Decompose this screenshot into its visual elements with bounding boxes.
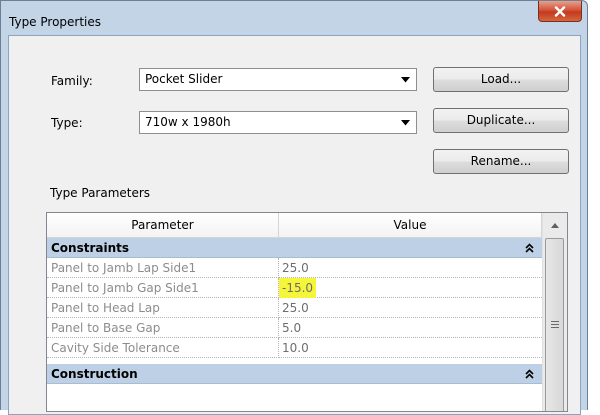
group-header-constraints[interactable]: Constraints: [47, 238, 542, 258]
vertical-scrollbar[interactable]: [542, 213, 567, 411]
scroll-up-arrow-icon: [551, 222, 559, 228]
table-row[interactable]: Panel to Jamb Gap Side1 -15.0: [47, 278, 542, 298]
group-header-construction[interactable]: Construction: [47, 364, 542, 384]
rename-button[interactable]: Rename...: [433, 149, 569, 174]
table-row[interactable]: Cavity Side Tolerance 10.0: [47, 338, 542, 358]
type-dropdown[interactable]: 710w x 1980h: [139, 111, 417, 134]
parameter-cell: Panel to Head Lap: [47, 298, 279, 318]
window-title: Type Properties: [9, 15, 102, 29]
close-button[interactable]: [538, 1, 582, 22]
group-label: Construction: [51, 367, 138, 381]
type-parameters-grid: Parameter Value Constraints Panel to Jam…: [46, 212, 568, 412]
group-label: Constraints: [51, 241, 130, 255]
column-header-parameter[interactable]: Parameter: [47, 213, 279, 238]
scrollbar-thumb[interactable]: [545, 238, 564, 411]
close-icon: [554, 5, 566, 17]
type-label: Type:: [51, 116, 83, 130]
value-cell[interactable]: 5.0: [279, 318, 542, 338]
duplicate-button[interactable]: Duplicate...: [433, 108, 569, 133]
value-cell[interactable]: 10.0: [279, 338, 542, 358]
family-value: Pocket Slider: [145, 72, 223, 86]
value-cell[interactable]: 25.0: [279, 258, 542, 278]
title-bar[interactable]: Type Properties: [1, 1, 587, 35]
value-cell[interactable]: -15.0: [279, 278, 542, 298]
type-parameters-label: Type Parameters: [50, 186, 151, 200]
column-header-value[interactable]: Value: [279, 213, 542, 238]
highlighted-value: -15.0: [279, 278, 317, 298]
family-dropdown[interactable]: Pocket Slider: [139, 68, 417, 91]
value-cell[interactable]: 25.0: [279, 298, 542, 318]
chevron-down-icon: [401, 120, 410, 126]
parameter-cell: Cavity Side Tolerance: [47, 338, 279, 358]
table-row[interactable]: Panel to Base Gap 5.0: [47, 318, 542, 338]
scroll-up-button[interactable]: [543, 213, 567, 237]
table-row[interactable]: Panel to Jamb Lap Side1 25.0: [47, 258, 542, 278]
type-properties-dialog: Type Properties Family: Pocket Slider Lo…: [0, 0, 588, 415]
double-chevron-up-icon[interactable]: [525, 364, 534, 384]
type-value: 710w x 1980h: [145, 115, 231, 129]
grip-icon: [551, 321, 559, 328]
table-row[interactable]: Panel to Head Lap 25.0: [47, 298, 542, 318]
parameter-cell: Panel to Jamb Gap Side1: [47, 278, 279, 298]
family-label: Family:: [51, 74, 93, 88]
parameter-cell: Panel to Jamb Lap Side1: [47, 258, 279, 278]
parameter-cell: Panel to Base Gap: [47, 318, 279, 338]
double-chevron-up-icon[interactable]: [525, 238, 534, 258]
load-button[interactable]: Load...: [433, 67, 569, 92]
chevron-down-icon: [401, 77, 410, 83]
